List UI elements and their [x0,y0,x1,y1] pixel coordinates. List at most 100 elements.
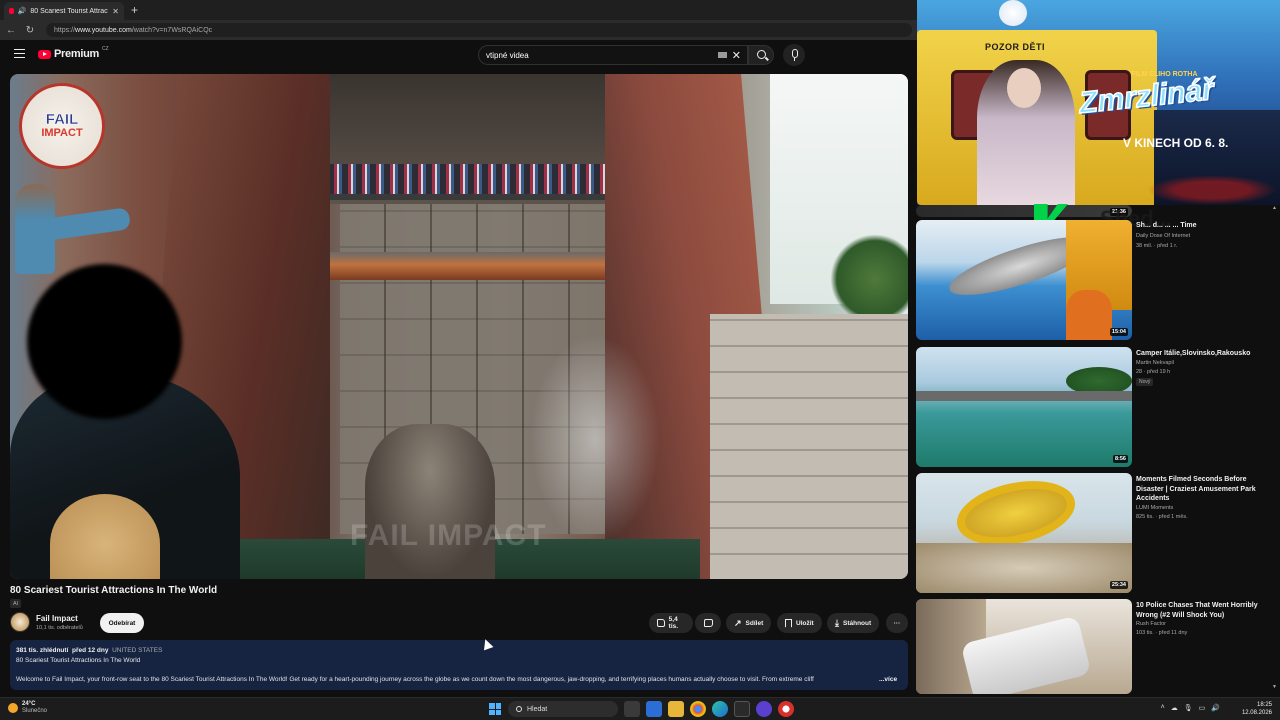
view-count: 381 tis. zhlédnutí [16,647,69,654]
cloud-icon[interactable]: ☁ [1171,704,1178,712]
opera-icon[interactable] [778,701,794,717]
tab-close-icon[interactable]: ✕ [112,7,119,16]
youtube-play-icon [38,49,51,59]
description-box[interactable]: 381 tis. zhlédnutí před 12 dny UNITED ST… [10,640,908,690]
weather-widget[interactable]: 24°C Slunečno [8,701,47,715]
dislike-button[interactable] [695,613,721,633]
description-subtitle: 80 Scariest Tourist Attractions In The W… [16,657,141,664]
blurred-face [27,264,182,419]
scroll-down-icon[interactable]: ▼ [1272,684,1277,690]
rec-duration: 15:04 [1109,328,1128,336]
recommendation-2[interactable]: 8:56 Camper Itálie,Slovinsko,Rakousko Ma… [916,347,1280,467]
windows-start-icon[interactable] [489,703,501,715]
scene-brick-wall [710,314,908,579]
taskbar-search[interactable]: Hledat [508,701,618,717]
like-count: 5,4 tis. [668,616,679,630]
rec-title[interactable]: 10 Police Chases That Went Horribly Wron… [1136,601,1274,620]
bookmark-icon [785,618,792,628]
chrome-icon[interactable] [690,701,706,717]
tray-chevron-icon[interactable]: ˄ [1161,704,1165,712]
new-tab-button[interactable]: + [131,3,138,17]
reload-icon[interactable]: ↻ [22,25,38,36]
more-actions-button[interactable]: ··· [886,613,908,633]
search-icon [516,706,522,712]
file-explorer-icon[interactable] [668,701,684,717]
rec-duration: 8:56 [1112,455,1128,463]
save-button[interactable]: Uložit [777,613,822,633]
share-button[interactable]: ↗ Sdílet [726,613,772,633]
messenger-icon[interactable] [756,701,772,717]
url-host: www.youtube.com [75,26,132,34]
weather-temp: 24°C [22,701,36,707]
rec-channel[interactable]: Martin Nekvapil [1136,360,1174,366]
search-button[interactable] [748,45,774,65]
recommendation-1[interactable]: 15:04 [916,220,1280,340]
rec-thumbnail[interactable]: 15:04 [916,220,1132,340]
rec-channel[interactable]: LUMI Moments [1136,505,1173,511]
scroll-up-icon[interactable]: ▲ [1272,205,1277,211]
video-watermark: FAIL IMPACT [350,519,547,552]
keyboard-icon[interactable] [718,52,727,58]
thumbs-down-icon [703,619,713,627]
search-value: vtipné videa [486,50,529,60]
download-label: Stáhnout [842,619,872,627]
rec-stats: 28 · před 19 h [1136,369,1171,375]
mic-icon[interactable]: 🎙 [1184,704,1193,712]
browser-tabbar: 🔊 80 Scariest Tourist Attractions In The… [0,0,918,20]
edge-icon[interactable] [712,701,728,717]
new-badge: Nový [1136,378,1154,386]
mail-app-icon[interactable] [646,701,662,717]
voice-search-mic-icon[interactable] [783,44,805,66]
movie-ad-banner[interactable]: POZOR DĚTI FILM ELIHO ROTHA Zmrzlinář V … [917,0,1280,205]
sidebar-scrollbar[interactable]: ▲ ▼ [1272,205,1277,690]
hamburger-menu-icon[interactable] [14,49,25,58]
country-tag[interactable]: UNITED STATES [112,647,162,654]
browser-tab[interactable]: 🔊 80 Scariest Tourist Attractions In The… [4,2,124,20]
scene-tree [830,234,908,324]
ad-blood-splash [1147,175,1277,205]
channel-avatar[interactable] [10,612,30,632]
rec-title[interactable]: Camper Itálie,Slovinsko,Rakousko [1136,349,1274,359]
rec-channel[interactable]: Rush Factor [1136,621,1166,627]
channel-name[interactable]: Fail Impact [36,614,78,623]
back-arrow-icon[interactable]: ← [3,25,19,36]
like-button[interactable]: 5,4 tis. [649,613,693,633]
rec-thumbnail[interactable]: 8:56 [916,347,1132,467]
show-more-link[interactable]: ...více [879,676,897,683]
logo-line-1: FAIL [45,111,79,128]
rec-thumbnail[interactable]: 25:34 [916,473,1132,593]
clock-time: 18:25 [1256,702,1272,708]
thumbs-up-icon [657,619,665,627]
rec-thumbnail[interactable] [916,599,1132,694]
logo-line-2: IMPACT [41,127,83,139]
task-view-icon[interactable] [624,701,640,717]
recommendation-3[interactable]: 25:34 Moments Filmed Seconds Before Disa… [916,473,1280,593]
sun-icon [8,703,18,713]
clear-search-icon[interactable]: ✕ [732,49,741,62]
logo-text: Premium [54,48,99,60]
description-body: Welcome to Fail Impact, your front-row s… [16,676,814,683]
scene-idol-statue [365,424,495,579]
clock[interactable]: 18:25 12.08.2026 [1242,701,1272,717]
display-icon[interactable]: ▭ [1199,704,1206,712]
windows-taskbar: 24°C Slunečno Hledat ˄ ☁ 🎙 ▭ 🔊 18:25 12.… [0,697,1280,720]
speaker-icon[interactable]: 🔊 [18,7,27,15]
video-player[interactable]: FAIL IMPACT FAIL IMPACT [10,74,908,579]
recommendation-4[interactable]: 10 Police Chases That Went Horribly Wron… [916,599,1280,694]
recommendation-0[interactable]: 21:36 [916,205,1280,220]
subscribe-button[interactable]: Odebírat [100,613,144,633]
download-button[interactable]: ⤓ Stáhnout [827,613,880,633]
ad-character-face [1007,68,1041,108]
rec-stats: 825 tis. · před 1 měs. [1136,514,1188,520]
store-icon[interactable] [734,701,750,717]
search-icon [757,50,766,59]
search-input[interactable]: vtipné videa ✕ [478,45,748,65]
tab-title: 80 Scariest Tourist Attractions In The W… [30,7,108,15]
rec-title[interactable]: Moments Filmed Seconds Before Disaster |… [1136,475,1274,504]
ai-badge[interactable]: AI [10,599,22,608]
share-arrow-icon: ↗ [734,617,742,628]
url-field[interactable]: https://www.youtube.com/watch?v=n7WsRQAi… [46,23,912,37]
youtube-logo[interactable]: Premium CZ [38,46,109,60]
download-icon: ⤓ [835,617,839,628]
volume-icon[interactable]: 🔊 [1211,704,1220,712]
